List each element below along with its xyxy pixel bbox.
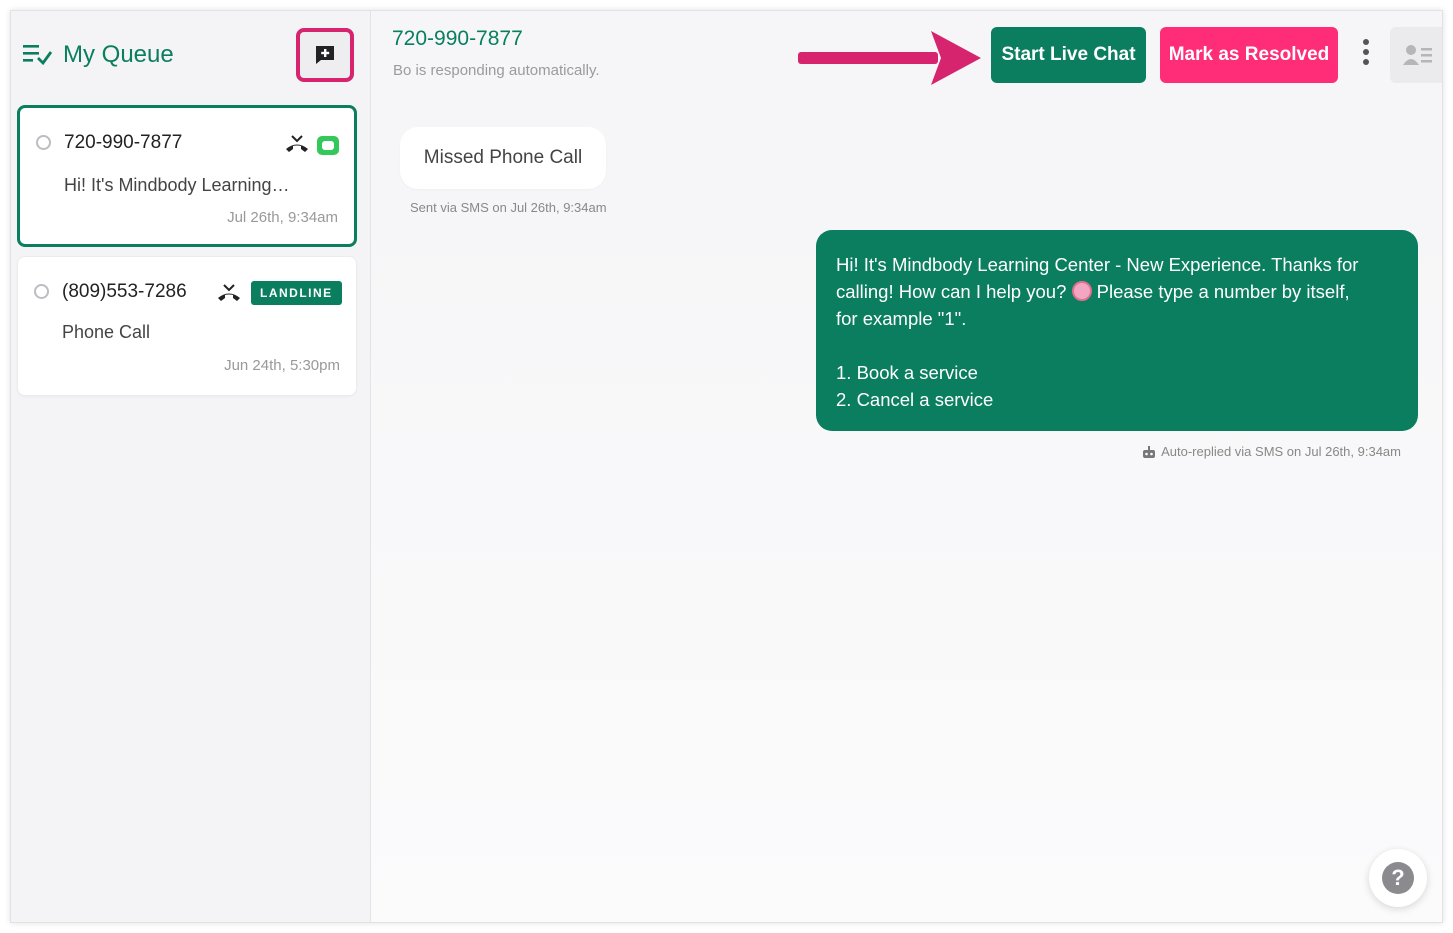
message-line: Hi! It's Mindbody Learning Center - New …	[836, 254, 1359, 275]
app-window: My Queue 720-990-7877 Hi! It's Mindbody …	[10, 10, 1443, 923]
conversation-preview: Phone Call	[62, 322, 151, 342]
message-line: for example "1".	[836, 308, 967, 329]
contact-phone: 720-990-7877	[392, 27, 523, 50]
conversation-time: Jun 24th, 5:30pm	[224, 357, 340, 374]
queue-sidebar: My Queue 720-990-7877 Hi! It's Mindbody …	[11, 11, 371, 922]
message-line: calling! How can I help you? Please type…	[836, 278, 1398, 305]
status-indicator	[36, 135, 51, 150]
robot-icon	[1143, 445, 1156, 458]
message-text: calling! How can I help you?	[836, 281, 1067, 302]
incoming-message-text: Missed Phone Call	[423, 147, 583, 168]
contact-card-icon	[1403, 45, 1432, 65]
new-message-button[interactable]	[296, 28, 354, 82]
conversation-time: Jul 26th, 9:34am	[227, 209, 338, 226]
conversation-phone: 720-990-7877	[64, 132, 183, 153]
cat-face-emoji-icon	[1071, 281, 1092, 301]
conversation-item[interactable]: (809)553-7286 LANDLINE Phone Call Jun 24…	[17, 256, 357, 396]
incoming-message-bubble: Missed Phone Call	[400, 127, 606, 189]
conversation-item[interactable]: 720-990-7877 Hi! It's Mindbody Learning……	[17, 105, 357, 247]
outgoing-message-meta-text: Auto-replied via SMS on Jul 26th, 9:34am	[1161, 444, 1401, 459]
contact-details-button[interactable]	[1390, 27, 1442, 83]
conversation-preview: Hi! It's Mindbody Learning…	[64, 175, 290, 195]
queue-header: My Queue	[23, 28, 359, 82]
outgoing-message-meta: Auto-replied via SMS on Jul 26th, 9:34am	[1142, 444, 1401, 459]
message-option: 1. Book a service	[836, 362, 978, 383]
sms-icon	[317, 136, 339, 155]
status-indicator	[34, 284, 49, 299]
queue-list-icon	[23, 45, 53, 65]
pointer-arrow-icon	[798, 31, 981, 85]
mark-as-resolved-button[interactable]: Mark as Resolved	[1160, 27, 1338, 83]
new-message-icon	[316, 46, 334, 64]
missed-call-icon	[218, 284, 240, 301]
queue-title: My Queue	[63, 41, 174, 68]
more-options-icon[interactable]	[1356, 39, 1376, 71]
auto-response-status: Bo is responding automatically.	[393, 62, 600, 79]
conversation-header: 720-990-7877 Bo is responding automatica…	[371, 11, 1442, 103]
incoming-message-meta: Sent via SMS on Jul 26th, 9:34am	[410, 200, 607, 215]
landline-badge: LANDLINE	[251, 281, 342, 305]
help-icon: ?	[1382, 862, 1414, 894]
missed-call-icon	[286, 135, 308, 152]
help-button[interactable]: ?	[1369, 849, 1427, 907]
message-text: Please type a number by itself,	[1096, 281, 1350, 302]
conversation-panel: 720-990-7877 Bo is responding automatica…	[371, 11, 1442, 922]
message-option: 2. Cancel a service	[836, 389, 994, 410]
outgoing-message-bubble: Hi! It's Mindbody Learning Center - New …	[816, 230, 1418, 431]
start-live-chat-button[interactable]: Start Live Chat	[991, 27, 1146, 83]
conversation-phone: (809)553-7286	[62, 281, 187, 302]
